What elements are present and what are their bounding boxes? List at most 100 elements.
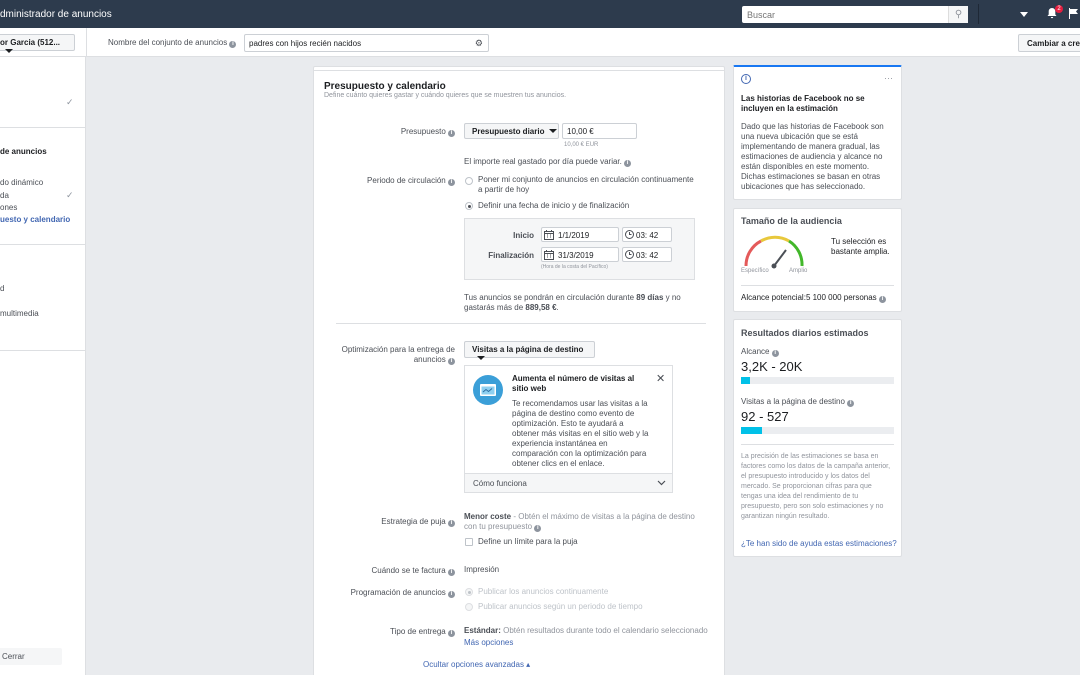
info-icon[interactable]: i — [448, 179, 455, 186]
reach-label: Alcance i — [741, 347, 779, 357]
adset-name-field[interactable]: padres con hijos recién nacidos ⚙ — [244, 34, 489, 52]
clock-icon — [625, 230, 634, 241]
stories-card-body: Dado que las historias de Facebook son u… — [741, 122, 884, 191]
info-icon[interactable]: i — [624, 160, 632, 167]
schedule-option-continuous[interactable]: Publicar los anuncios continuamente — [478, 587, 608, 597]
adset-name-label: Nombre del conjunto de anuncios i — [108, 38, 237, 48]
optimization-dropdown[interactable]: Visitas a la página de destino — [464, 341, 595, 360]
bid-cap-label[interactable]: Define un límite para la puja — [478, 537, 578, 547]
gear-icon[interactable]: ⚙ — [475, 38, 483, 49]
calendar-icon[interactable] — [544, 230, 554, 242]
radio-continuous[interactable] — [465, 177, 473, 185]
budget-amount-input[interactable]: 10,00 € — [562, 123, 637, 139]
tip-title: Aumenta el número de visitas al sitio we… — [512, 374, 635, 393]
section-divider — [336, 323, 706, 324]
schedule-option-timed[interactable]: Publicar anuncios según un periodo de ti… — [478, 602, 643, 612]
info-icon[interactable]: i — [448, 358, 455, 365]
potential-reach: Alcance potencial:5 100 000 personas i — [741, 293, 886, 303]
reach-estimate: 3,2K - 20K — [741, 359, 803, 374]
card-divider — [741, 285, 894, 286]
budget-currency-hint: 10,00 € EUR — [564, 142, 599, 148]
info-icon[interactable]: i — [448, 591, 455, 598]
info-icon[interactable]: i — [534, 525, 542, 532]
chevron-down-icon — [5, 49, 13, 53]
more-options-icon[interactable]: ··· — [884, 73, 893, 83]
search-box[interactable]: ⚲ — [742, 6, 968, 23]
radio-start-end-dates[interactable] — [465, 202, 473, 210]
timezone-note: (Hora de la costa del Pacífico) — [541, 264, 608, 270]
reach-bar-fill — [741, 377, 751, 384]
info-icon[interactable]: i — [229, 41, 237, 48]
hide-advanced-options-link[interactable]: Ocultar opciones avanzadas ▴ — [423, 660, 530, 670]
nav-divider — [0, 244, 86, 245]
info-icon[interactable]: i — [448, 520, 455, 527]
ad-scheduling-label: Programación de anuncios i — [340, 588, 455, 598]
card-divider — [741, 444, 894, 445]
bid-strategy-value[interactable]: Menor coste - Obtén el máximo de visitas… — [464, 512, 704, 532]
search-input[interactable] — [742, 6, 942, 23]
gauge-broad-label: Amplio — [789, 268, 808, 274]
account-selector[interactable]: or Garcia (512... — [0, 34, 75, 53]
nav-item-da[interactable]: da — [0, 191, 9, 200]
switch-to-create-button[interactable]: Cambiar a crea — [1018, 34, 1080, 52]
info-icon[interactable]: i — [448, 130, 455, 137]
stories-card-title: Las historias de Facebook no se incluyen… — [741, 94, 865, 113]
gauge-specific-label: Específico — [741, 268, 769, 274]
radio-run-continuously[interactable] — [465, 588, 473, 596]
estimates-feedback-link[interactable]: ¿Te han sido de ayuda estas estimaciones… — [741, 539, 897, 549]
search-icon[interactable]: ⚲ — [948, 6, 968, 23]
info-icon[interactable]: i — [847, 400, 855, 407]
website-visits-icon — [473, 375, 503, 405]
bid-cap-checkbox[interactable] — [465, 538, 473, 546]
nav-item-ones[interactable]: ones — [0, 203, 17, 212]
audience-card-title: Tamaño de la audiencia — [741, 216, 842, 226]
option-continuous-label[interactable]: Poner mi conjunto de anuncios en circula… — [478, 175, 700, 195]
adset-name-value: padres con hijos recién nacidos — [249, 39, 362, 48]
nav-divider — [0, 350, 86, 351]
chevron-down-icon — [549, 129, 558, 133]
delivery-type-value: Estándar: Obtén resultados durante todo … — [464, 626, 708, 635]
info-icon[interactable]: i — [771, 350, 779, 357]
nav-section-title[interactable]: de anuncios — [0, 147, 47, 156]
topbar-divider — [978, 4, 979, 24]
estimates-disclaimer: La precisión de las estimaciones se basa… — [741, 453, 891, 520]
visits-estimate: 92 - 527 — [741, 409, 789, 424]
info-icon[interactable]: i — [448, 569, 455, 576]
option-dates-label[interactable]: Definir una fecha de inicio y de finaliz… — [478, 201, 629, 211]
nav-item-budget-schedule[interactable]: uesto y calendario — [0, 215, 70, 224]
more-options-link[interactable]: Más opciones — [464, 638, 513, 648]
results-card-title: Resultados diarios estimados — [741, 328, 869, 338]
bid-strategy-label: Estrategia de puja i — [370, 517, 455, 527]
audience-gauge — [744, 235, 804, 269]
how-it-works-link[interactable]: Cómo funciona — [473, 479, 527, 489]
account-menu-chevron-down-icon[interactable] — [1020, 12, 1028, 17]
nav-item-multimedia[interactable]: multimedia — [0, 309, 39, 318]
app-title[interactable]: dministrador de anuncios — [0, 9, 112, 20]
info-icon[interactable]: i — [448, 630, 455, 637]
visits-bar — [741, 427, 894, 434]
section-subtitle: Define cuánto quieres gastar y cuándo qu… — [324, 92, 567, 99]
radio-run-on-schedule[interactable] — [465, 603, 473, 611]
billing-label: Cuándo se te factura i — [350, 566, 455, 576]
nav-item-d[interactable]: d — [0, 284, 4, 293]
close-icon[interactable]: ✕ — [656, 372, 665, 385]
billing-value: Impresión — [464, 565, 500, 574]
clock-icon — [625, 250, 634, 261]
calendar-icon[interactable] — [544, 250, 554, 262]
info-circle-icon: i — [741, 74, 751, 84]
check-icon: ✓ — [66, 190, 74, 200]
nav-item-dynamic[interactable]: do dinámico — [0, 178, 43, 187]
budget-type-dropdown[interactable]: Presupuesto diario — [464, 123, 559, 139]
delivery-type-label: Tipo de entrega i — [360, 627, 455, 637]
optimization-label: Optimización para la entrega de anuncios… — [341, 345, 455, 365]
chevron-down-icon[interactable] — [657, 479, 666, 488]
daily-spend-note: El importe real gastado por día puede va… — [464, 157, 632, 167]
flag-icon[interactable] — [1068, 8, 1080, 19]
tip-body: Te recomendamos usar las visitas a la pá… — [512, 399, 649, 468]
info-icon[interactable]: i — [878, 296, 886, 303]
schedule-summary: Tus anuncios se pondrán en circulación d… — [464, 293, 681, 312]
close-button[interactable]: Cerrar — [0, 648, 62, 665]
schedule-label: Periodo de circulación i — [340, 176, 455, 186]
start-label: Inicio — [513, 231, 534, 240]
check-icon: ✓ — [66, 97, 74, 107]
